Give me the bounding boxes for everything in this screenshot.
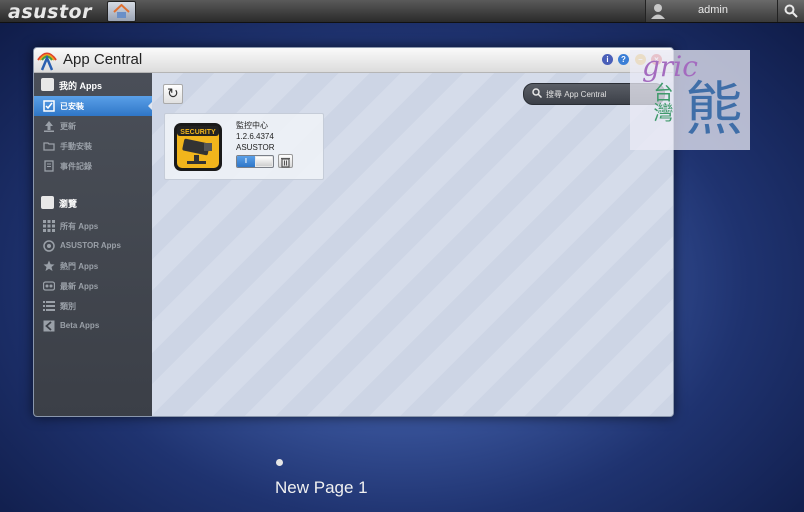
my-apps-label: 我的 Apps	[59, 81, 103, 91]
app-name: 監控中心	[236, 121, 268, 130]
sidebar-item-label: 最新 Apps	[60, 282, 99, 291]
sidebar-item-new-apps[interactable]: 最新 Apps	[34, 276, 152, 296]
refresh-icon: ↻	[167, 85, 179, 101]
page-indicator-dot[interactable]	[276, 459, 283, 466]
sidebar: 我的 Apps 已安裝 更新 手動安裝 事件記錄 瀏覽 所有 Apps ASUS…	[34, 73, 153, 416]
installed-icon	[43, 100, 55, 112]
watermark-taiwan: 台灣	[650, 82, 672, 122]
user-menu[interactable]: admin	[645, 0, 778, 22]
sidebar-item-label: 更新	[60, 122, 76, 131]
content-area: ↻ SECURITY 監控中心 1.2.6.4374 ASUSTOR	[152, 73, 673, 416]
app-card[interactable]: SECURITY 監控中心 1.2.6.4374 ASUSTOR I	[164, 113, 324, 180]
sidebar-item-label: 類別	[60, 302, 76, 311]
log-icon	[44, 160, 54, 172]
search-icon	[784, 4, 798, 18]
security-label: SECURITY	[180, 129, 216, 136]
browse-label: 瀏覽	[59, 199, 78, 209]
watermark-bear: 熊	[685, 77, 744, 142]
sidebar-item-label: 熱門 Apps	[60, 262, 99, 271]
sidebar-item-label: Beta Apps	[60, 321, 100, 330]
camera-icon	[41, 196, 54, 209]
home-button[interactable]	[107, 1, 136, 22]
sidebar-item-beta-apps[interactable]: Beta Apps	[34, 316, 152, 336]
folder-icon	[43, 142, 55, 151]
info-icon: i	[606, 55, 609, 64]
help-button[interactable]: ?	[618, 54, 629, 65]
sidebar-item-label: 手動安裝	[60, 142, 92, 151]
security-app-icon: SECURITY	[174, 123, 222, 171]
grid-icon	[43, 220, 55, 232]
list-icon	[43, 301, 55, 311]
user-icon	[651, 4, 665, 19]
enable-toggle[interactable]: I	[236, 155, 274, 168]
app-store-icon	[41, 78, 54, 91]
watermark: gric 台灣 熊	[630, 50, 750, 150]
asustor-logo: asustor	[8, 1, 92, 23]
search-icon	[532, 88, 542, 98]
trash-icon	[281, 157, 290, 168]
sidebar-item-event-log[interactable]: 事件記錄	[34, 156, 152, 176]
new-icon	[43, 281, 55, 291]
app-central-icon	[37, 52, 57, 71]
refresh-button[interactable]: ↻	[163, 84, 183, 104]
sidebar-item-popular-apps[interactable]: 熱門 Apps	[34, 256, 152, 276]
sidebar-item-categories[interactable]: 類別	[34, 296, 152, 316]
home-icon	[113, 4, 130, 18]
sidebar-item-update[interactable]: 更新	[34, 116, 152, 136]
sidebar-item-installed[interactable]: 已安裝	[34, 96, 153, 116]
browse-header: 瀏覽	[34, 193, 152, 213]
page-label: New Page 1	[275, 478, 368, 497]
star-icon	[43, 260, 55, 271]
sidebar-item-label: 所有 Apps	[60, 222, 99, 231]
toggle-on-label: I	[245, 158, 247, 165]
update-icon	[44, 121, 54, 132]
toggle-knob[interactable]	[256, 157, 272, 166]
username: admin	[698, 4, 728, 16]
sidebar-item-label: 已安裝	[60, 102, 84, 111]
delete-button[interactable]	[278, 154, 293, 168]
sidebar-item-all-apps[interactable]: 所有 Apps	[34, 216, 152, 236]
app-developer: ASUSTOR	[236, 143, 275, 152]
sidebar-item-manual-install[interactable]: 手動安裝	[34, 136, 152, 156]
sidebar-item-label: 事件記錄	[60, 162, 92, 171]
global-search-button[interactable]	[777, 0, 804, 22]
window-title: App Central	[63, 51, 143, 68]
beta-icon	[43, 320, 55, 332]
sidebar-item-asustor-apps[interactable]: ASUSTOR Apps	[34, 236, 152, 256]
app-version: 1.2.6.4374	[236, 132, 274, 141]
sidebar-item-label: ASUSTOR Apps	[60, 241, 121, 250]
top-bar: asustor admin	[0, 0, 804, 23]
asustor-icon	[43, 240, 55, 252]
help-icon: ?	[621, 55, 626, 64]
app-central-window: App Central i ? – × 我的 Apps 已安裝 更新 手動安裝 …	[33, 47, 674, 417]
window-titlebar[interactable]: App Central i ? – ×	[34, 48, 673, 73]
info-button[interactable]: i	[602, 54, 613, 65]
my-apps-header: 我的 Apps	[34, 75, 152, 95]
